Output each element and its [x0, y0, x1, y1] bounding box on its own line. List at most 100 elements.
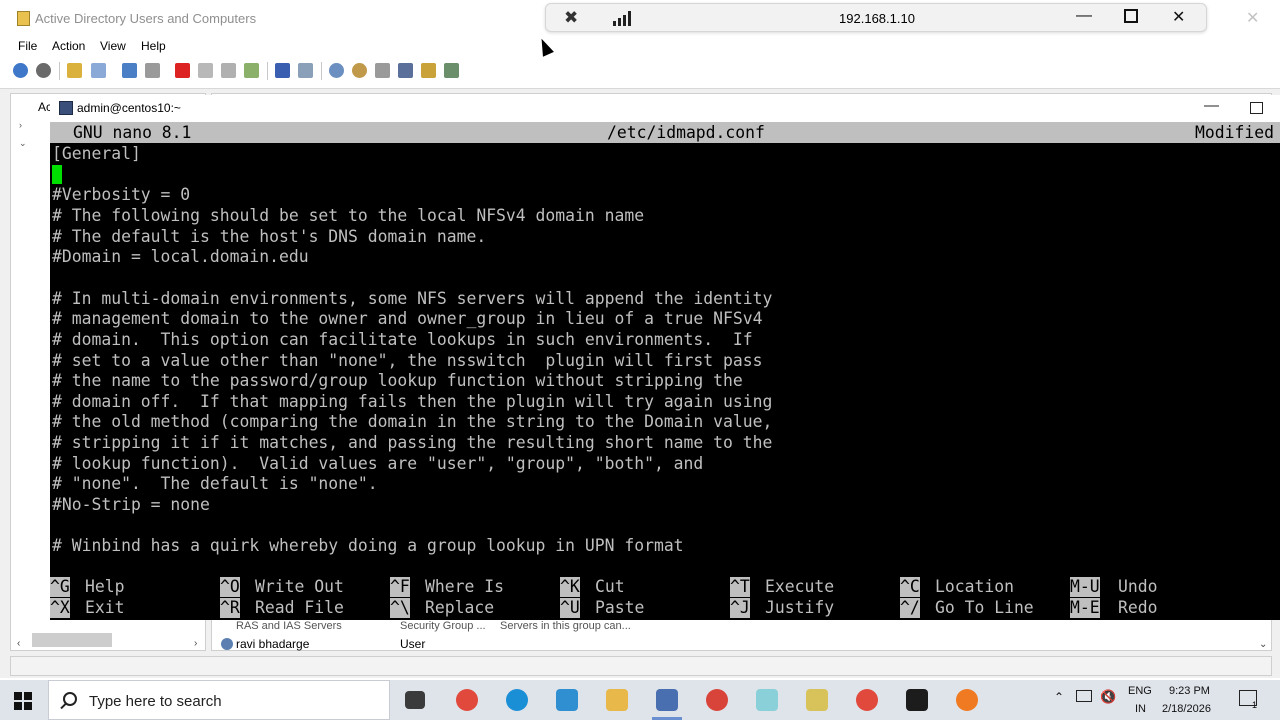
- putty-maximize-button[interactable]: [1250, 102, 1263, 114]
- scroll-left-icon[interactable]: ‹: [17, 638, 20, 649]
- shortcut-label[interactable]: Justify: [765, 598, 834, 618]
- folder-app-icon[interactable]: [806, 689, 828, 711]
- search-icon: [63, 692, 77, 706]
- shortcut-label[interactable]: Help: [85, 577, 124, 597]
- ad-window-title: Active Directory Users and Computers: [35, 11, 257, 26]
- shortcut-label[interactable]: Go To Line: [935, 598, 1034, 618]
- network-connection-icon[interactable]: [656, 689, 678, 711]
- add-to-group-icon[interactable]: [444, 63, 459, 78]
- language-indicator[interactable]: ENG: [1128, 685, 1152, 697]
- putty-minimize-button[interactable]: —: [1204, 97, 1219, 114]
- shortcut-label[interactable]: Read File: [255, 598, 344, 618]
- back-arrow-icon[interactable]: [13, 63, 28, 78]
- toolbar-separator: [267, 62, 268, 80]
- taskbar: Type here to search ⌃ 🔇 ENG IN 9:23 PM 2…: [0, 680, 1280, 720]
- shortcut-label[interactable]: Location: [935, 577, 1014, 597]
- shortcut-key[interactable]: ^X: [50, 598, 70, 618]
- new-group-icon[interactable]: [352, 63, 367, 78]
- region-indicator[interactable]: IN: [1135, 703, 1146, 715]
- export-list-icon[interactable]: [244, 63, 259, 78]
- shortcut-label[interactable]: Paste: [595, 598, 644, 618]
- terminal-icon[interactable]: [906, 689, 928, 711]
- delete-icon[interactable]: [175, 63, 190, 78]
- properties-icon[interactable]: [198, 63, 213, 78]
- shortcut-key[interactable]: ^\: [390, 598, 410, 618]
- refresh-icon[interactable]: [221, 63, 236, 78]
- notepad-icon[interactable]: [756, 689, 778, 711]
- terminal-area[interactable]: GNU nano 8.1 /etc/idmapd.conf Modified […: [50, 122, 1280, 620]
- copy-icon[interactable]: [145, 63, 160, 78]
- remote-host-address: 192.168.1.10: [839, 11, 915, 26]
- tree-expand-icon[interactable]: ›: [19, 120, 22, 130]
- menu-file[interactable]: File: [18, 39, 37, 53]
- clock-time[interactable]: 9:23 PM: [1169, 685, 1210, 697]
- rdp-restore-button[interactable]: [1124, 9, 1138, 23]
- shortcut-key[interactable]: ^O: [220, 577, 240, 597]
- shortcut-key[interactable]: ^G: [50, 577, 70, 597]
- show-tree-icon[interactable]: [91, 63, 106, 78]
- shortcut-label[interactable]: Cut: [595, 577, 625, 597]
- task-view-icon[interactable]: [405, 691, 425, 709]
- list-item-name[interactable]: RAS and IAS Servers: [236, 620, 342, 632]
- new-user-icon[interactable]: [329, 63, 344, 78]
- shortcut-key[interactable]: ^J: [730, 598, 750, 618]
- network-tray-icon[interactable]: [1076, 690, 1092, 702]
- chrome-profile-icon[interactable]: [706, 689, 728, 711]
- chrome-secondary-icon[interactable]: [856, 689, 878, 711]
- volume-muted-icon[interactable]: 🔇: [1100, 689, 1116, 705]
- shortcut-label[interactable]: Write Out: [255, 577, 344, 597]
- tree-collapse-icon[interactable]: ⌄: [19, 138, 27, 149]
- menu-help[interactable]: Help: [141, 39, 166, 53]
- file-line: #Domain = local.domain.edu: [52, 247, 309, 267]
- scroll-right-icon[interactable]: ›: [194, 638, 197, 649]
- tree-scroll-thumb[interactable]: [32, 633, 112, 647]
- shortcut-label[interactable]: Exit: [85, 598, 124, 618]
- menu-action[interactable]: Action: [52, 39, 85, 53]
- find-icon[interactable]: [421, 63, 436, 78]
- shortcut-key[interactable]: ^F: [390, 577, 410, 597]
- remote-app-icon[interactable]: [556, 689, 578, 711]
- file-line: # domain off. If that mapping fails then…: [52, 391, 773, 411]
- shortcut-key[interactable]: ^K: [560, 577, 580, 597]
- filter-icon[interactable]: [398, 63, 413, 78]
- rdp-minimize-button[interactable]: —: [1076, 7, 1092, 25]
- shortcut-label[interactable]: Replace: [425, 598, 494, 618]
- shortcut-label[interactable]: Where Is: [425, 577, 504, 597]
- shortcut-key[interactable]: ^C: [900, 577, 920, 597]
- ad-close-icon[interactable]: ✕: [1246, 8, 1259, 28]
- shortcut-key[interactable]: ^T: [730, 577, 750, 597]
- scroll-down-icon[interactable]: ⌄: [1259, 639, 1267, 650]
- menu-view[interactable]: View: [100, 39, 126, 53]
- putty-titlebar[interactable]: admin@centos10:~ —: [50, 95, 1280, 122]
- shortcut-label[interactable]: Undo: [1118, 577, 1157, 597]
- rdp-close-button[interactable]: ✕: [1172, 7, 1185, 27]
- forward-arrow-icon[interactable]: [36, 63, 51, 78]
- file-line: # Winbind has a quirk whereby doing a gr…: [52, 536, 684, 556]
- list-item-name[interactable]: ravi bhadarge: [236, 637, 309, 651]
- chrome-icon[interactable]: [456, 689, 478, 711]
- shortcut-label[interactable]: Execute: [765, 577, 834, 597]
- clock-date[interactable]: 2/18/2026: [1162, 703, 1211, 715]
- file-explorer-icon[interactable]: [606, 689, 628, 711]
- console-icon[interactable]: [298, 63, 313, 78]
- list-item-type: User: [400, 637, 426, 651]
- shortcut-label[interactable]: Redo: [1118, 598, 1157, 618]
- windows-start-icon[interactable]: [14, 692, 32, 710]
- shortcut-key[interactable]: M-U: [1070, 577, 1100, 597]
- help-icon[interactable]: [275, 63, 290, 78]
- shortcut-key[interactable]: ^U: [560, 598, 580, 618]
- taskbar-search-box[interactable]: Type here to search: [48, 680, 390, 720]
- shortcut-key[interactable]: M-E: [1070, 598, 1100, 618]
- user-icon: [221, 638, 233, 650]
- putty-app-icon: [59, 101, 73, 115]
- shortcut-key[interactable]: ^/: [900, 598, 920, 618]
- file-line: # In multi-domain environments, some NFS…: [52, 288, 773, 308]
- show-hidden-icons[interactable]: ⌃: [1054, 690, 1064, 704]
- shortcut-key[interactable]: ^R: [220, 598, 240, 618]
- firefox-icon[interactable]: [956, 689, 978, 711]
- cut-icon[interactable]: [122, 63, 137, 78]
- edge-icon[interactable]: [506, 689, 528, 711]
- nano-version: GNU nano 8.1: [73, 123, 192, 142]
- up-folder-icon[interactable]: [67, 63, 82, 78]
- new-ou-icon[interactable]: [375, 63, 390, 78]
